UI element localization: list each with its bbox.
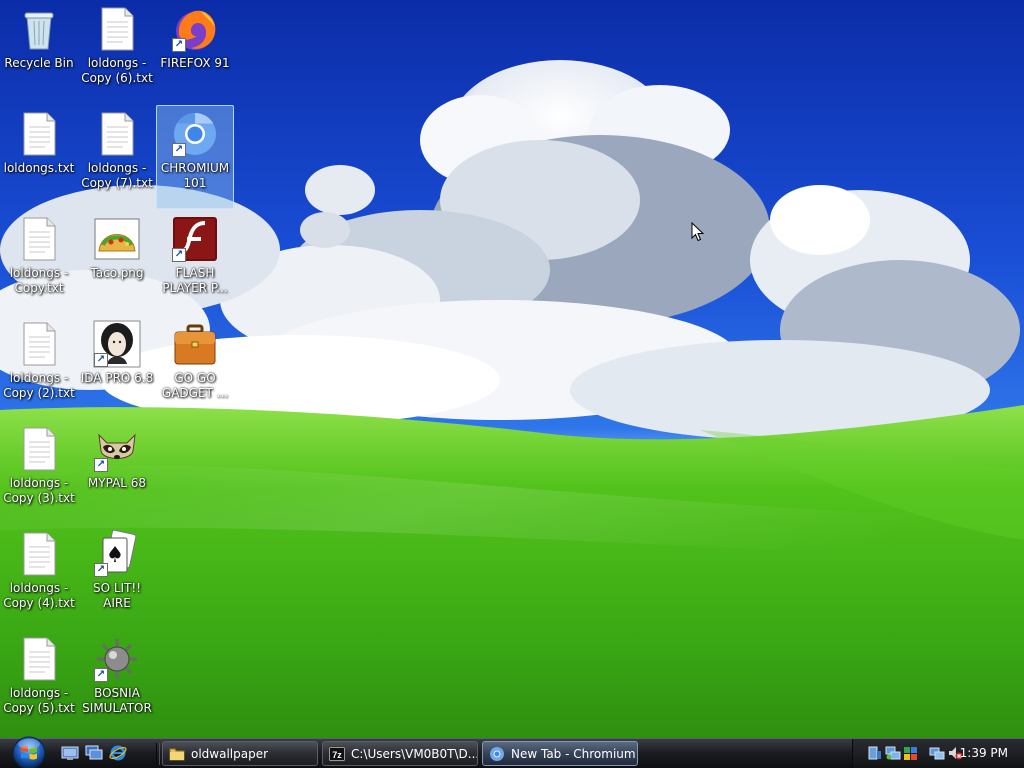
icon-label: loldongs - Copy (5).txt: [3, 686, 75, 715]
desktop-icon-loldongs-copy-5-txt[interactable]: loldongs - Copy (5).txt: [0, 630, 78, 734]
show-desktop-icon: [61, 746, 79, 760]
switch-windows-icon: [85, 745, 103, 760]
desktop-icon-loldongs-copy-7-txt[interactable]: loldongs - Copy (7).txt: [78, 105, 156, 209]
firefox-icon: ↗: [171, 5, 219, 53]
system-tray: 1:39 PM: [852, 739, 1024, 768]
windows-flag-tray-icon: [904, 747, 917, 760]
briefcase-icon: [171, 320, 219, 368]
icon-label: loldongs - Copy (2).txt: [3, 371, 75, 400]
desktop-icon-loldongs-copy-4-txt[interactable]: loldongs - Copy (4).txt: [0, 525, 78, 629]
icon-label: loldongs - Copy (7).txt: [81, 161, 153, 190]
desktop-icon-mypal[interactable]: ↗ MYPAL 68: [78, 420, 156, 524]
task-label: C:\Users\VM0B0T\D...: [351, 746, 477, 761]
flash-player-icon: ↗: [171, 215, 219, 263]
desktop-icon-ida-pro[interactable]: ↗ IDA PRO 6.8: [78, 315, 156, 419]
shortcut-arrow-icon: ↗: [172, 248, 186, 262]
network-status-tray-button[interactable]: [929, 745, 945, 761]
desktop-icon-recycle-bin[interactable]: Recycle Bin: [0, 0, 78, 104]
desktop-icon-chromium[interactable]: ↗ CHROMIUM 101: [156, 105, 234, 209]
taco-image-icon: [93, 215, 141, 263]
start-button[interactable]: [6, 733, 52, 768]
icon-label: GO GO GADGET ...: [161, 371, 229, 400]
7zip-icon: 7z: [329, 746, 345, 761]
spiked-mine-icon: ↗: [93, 635, 141, 683]
shortcut-arrow-icon: ↗: [172, 38, 186, 52]
device-icon: [868, 746, 881, 760]
desktop-icon-solitaire[interactable]: ↗ SO LIT!! AIRE: [78, 525, 156, 629]
text-file-icon: [93, 5, 141, 53]
show-desktop-button[interactable]: [60, 743, 80, 763]
desktop-icon-loldongs-copy-txt[interactable]: loldongs - Copy.txt: [0, 210, 78, 314]
desktop-icon-go-go-gadget[interactable]: GO GO GADGET ...: [156, 315, 234, 419]
internet-explorer-icon: [109, 745, 127, 761]
taskbar: oldwallpaper 7z C:\Users\VM0B0T\D... New…: [0, 736, 1024, 768]
text-file-icon: [15, 215, 63, 263]
text-file-icon: [15, 320, 63, 368]
icon-label: CHROMIUM 101: [160, 161, 230, 190]
chromium-icon: ↗: [171, 110, 219, 158]
icon-label: FLASH PLAYER P...: [162, 266, 228, 295]
icon-label: Taco.png: [90, 266, 144, 280]
ida-pro-icon: ↗: [93, 320, 141, 368]
task-button-7zip-path[interactable]: 7z C:\Users\VM0B0T\D...: [322, 741, 478, 766]
shortcut-arrow-icon: ↗: [172, 143, 186, 157]
desktop-icon-flash-player[interactable]: ↗ FLASH PLAYER P...: [156, 210, 234, 314]
desktop-icon-loldongs-copy-2-txt[interactable]: loldongs - Copy (2).txt: [0, 315, 78, 419]
icon-label: loldongs - Copy (3).txt: [3, 476, 75, 505]
icon-label: loldongs - Copy (4).txt: [3, 581, 75, 610]
task-label: oldwallpaper: [191, 746, 269, 761]
solitaire-cards-icon: ↗: [93, 530, 141, 578]
taskbar-clock[interactable]: 1:39 PM: [960, 746, 1008, 760]
text-file-icon: [15, 110, 63, 158]
text-file-icon: [15, 635, 63, 683]
task-button-oldwallpaper[interactable]: oldwallpaper: [162, 741, 318, 766]
desktop-icon-loldongs-txt[interactable]: loldongs.txt: [0, 105, 78, 209]
icon-label: loldongs.txt: [3, 161, 75, 175]
desktop-icon-taco-png[interactable]: Taco.png: [78, 210, 156, 314]
shortcut-arrow-icon: ↗: [94, 353, 108, 367]
shortcut-arrow-icon: ↗: [94, 668, 108, 682]
desktop-icon-loldongs-copy-3-txt[interactable]: loldongs - Copy (3).txt: [0, 420, 78, 524]
switch-windows-button[interactable]: [84, 743, 104, 763]
icon-label: FIREFOX 91: [160, 56, 230, 70]
network-status-icon: [929, 747, 945, 760]
desktop-icon-loldongs-copy-6-txt[interactable]: loldongs - Copy (6).txt: [78, 0, 156, 104]
device-tray-button[interactable]: [867, 745, 883, 761]
icon-label: loldongs - Copy (6).txt: [81, 56, 153, 85]
desktop-icon-firefox[interactable]: ↗ FIREFOX 91: [156, 0, 234, 104]
icon-label: Recycle Bin: [4, 56, 74, 70]
quick-launch-separator: [156, 743, 160, 765]
svg-text:7z: 7z: [332, 750, 342, 760]
chromium-icon: [490, 746, 504, 761]
internet-explorer-button[interactable]: [108, 743, 128, 763]
quick-launch-bar: [60, 743, 128, 765]
network-tray-button[interactable]: [885, 745, 901, 761]
icon-label: IDA PRO 6.8: [80, 371, 154, 385]
shortcut-arrow-icon: ↗: [94, 458, 108, 472]
icon-label: loldongs - Copy.txt: [9, 266, 69, 295]
desktop-icon-bosnia-simulator[interactable]: ↗ BOSNIA SIMULATOR: [78, 630, 156, 734]
folder-icon: [169, 748, 185, 760]
icon-label: MYPAL 68: [87, 476, 147, 490]
text-file-icon: [93, 110, 141, 158]
windows-flag-tray-button[interactable]: [903, 745, 919, 761]
mouse-cursor-icon: [691, 222, 705, 242]
task-button-chromium-new-tab[interactable]: New Tab - Chromium: [482, 741, 638, 766]
network-tray-icon: [885, 746, 901, 760]
shortcut-arrow-icon: ↗: [94, 563, 108, 577]
text-file-icon: [15, 425, 63, 473]
mypal-raccoon-icon: ↗: [93, 425, 141, 473]
icon-label: BOSNIA SIMULATOR: [82, 686, 152, 715]
windows-orb-icon: [12, 736, 46, 768]
icon-label: SO LIT!! AIRE: [92, 581, 142, 610]
text-file-icon: [15, 530, 63, 578]
task-label: New Tab - Chromium: [511, 746, 636, 761]
recycle-bin-icon: [15, 5, 63, 53]
